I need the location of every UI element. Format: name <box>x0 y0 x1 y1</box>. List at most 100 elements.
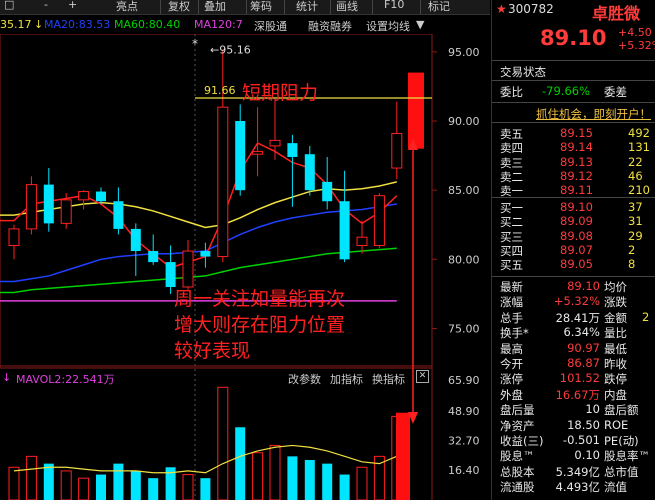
sell-level-row[interactable]: 卖二 89.12 46 <box>492 168 655 184</box>
stat-value: -0.501 <box>562 433 600 447</box>
level-price: 89.11 <box>560 183 593 198</box>
level-volume: 210 <box>628 183 650 198</box>
volume-bar <box>60 470 72 500</box>
candle-body <box>287 143 298 157</box>
quote-stats: 最新 89.10 均价 涨幅 +5.32% 涨跌 总手 28.41万 金额 2 … <box>492 278 655 500</box>
stat-label: 涨幅 <box>500 295 523 310</box>
sell-level-row[interactable]: 卖三 89.13 22 <box>492 154 655 170</box>
stat-value: 4.493亿 <box>555 480 600 495</box>
stock-code: 300782 <box>508 2 554 16</box>
toolbar-overlay-button[interactable]: 叠加 <box>204 0 226 14</box>
stat-label-2: 股息率™ <box>604 449 650 464</box>
candle-body <box>78 191 90 201</box>
star-icon[interactable]: ★ <box>496 2 507 16</box>
stat-value: 90.97 <box>567 340 600 355</box>
price-axis-label: 95.00 <box>448 46 480 59</box>
stat-row: 外盘 16.67万 内盘 <box>492 387 655 402</box>
buy-level-row[interactable]: 买四 89.07 2 <box>492 242 655 258</box>
stat-row: 最新 89.10 均价 <box>492 279 655 294</box>
change-params-button[interactable]: 改参数 <box>288 371 321 387</box>
toolbar-box-icon[interactable]: □ <box>4 0 14 11</box>
level-price: 89.13 <box>560 154 593 169</box>
stat-value: 5.349亿 <box>555 464 600 479</box>
stat-label: 股息™ <box>500 449 535 464</box>
volume-bar <box>8 466 20 500</box>
stat-label-2: 跌停 <box>604 372 627 387</box>
volume-bar <box>113 463 124 500</box>
candle-body <box>165 262 176 287</box>
volume-bar <box>78 477 90 500</box>
candle-body <box>113 201 124 229</box>
event-star-icon: * <box>192 37 198 51</box>
sell-level-row[interactable]: 卖一 89.11 210 <box>492 183 655 198</box>
ma10-value: 35.17 <box>0 18 32 31</box>
short-ma-line <box>0 142 398 269</box>
price-axis-label: 85.00 <box>448 184 480 197</box>
zoom-in-button[interactable]: + <box>68 0 77 11</box>
candle-body <box>235 121 246 191</box>
toolbar-mark-button[interactable]: 标记 <box>428 0 450 14</box>
candle-body <box>339 201 350 260</box>
stat-label: 最新 <box>500 280 523 294</box>
chevron-down-icon[interactable]: ▼ <box>416 18 424 31</box>
buy-level-row[interactable]: 买五 89.05 8 <box>492 257 655 272</box>
stat-label: 最高 <box>500 341 523 356</box>
stat-row: 收益(三) -0.501 PE(动) <box>492 433 655 448</box>
stat-row: 最高 90.97 最低 <box>492 340 655 356</box>
stat-value: 86.87 <box>567 356 600 370</box>
stat-label: 涨停 <box>500 372 523 387</box>
vol-ma-line <box>13 444 398 474</box>
open-account-link[interactable]: 抓住机会，即刻开户！ <box>536 106 651 122</box>
volume-bar <box>235 427 246 500</box>
volume-bar <box>322 463 333 500</box>
level-price: 89.14 <box>560 140 593 155</box>
stat-label: 总股本 <box>500 464 535 479</box>
close-icon[interactable]: ✕ <box>416 370 429 383</box>
toolbar-adjust-button[interactable]: 复权 <box>168 0 190 14</box>
today-volume-block <box>396 412 410 500</box>
level-price: 89.12 <box>560 168 593 183</box>
resistance-value: 91.66 <box>204 84 236 97</box>
stat-label: 外盘 <box>500 387 523 402</box>
candle-body <box>304 154 315 191</box>
buy-level-row[interactable]: 买一 89.10 37 <box>492 200 655 215</box>
toolbar-highlight-button[interactable]: 亮点 <box>116 0 138 14</box>
ma20-line <box>0 203 397 283</box>
tab-margin[interactable]: 融资融券 <box>308 18 352 34</box>
ma10-line <box>0 181 397 229</box>
price-change-pct: +5.32% <box>618 39 655 52</box>
ma60-value: MA60:80.40 <box>114 18 181 31</box>
volume-bar <box>148 478 159 500</box>
tab-set-ma[interactable]: 设置均线 <box>366 18 410 34</box>
stat-label-2: 总市值 <box>604 464 639 479</box>
toolbar-f10-button[interactable]: F10 <box>384 0 404 11</box>
toolbar-stats-button[interactable]: 统计 <box>296 0 318 14</box>
comment-line-1: 周一关注如量能再次 <box>174 288 346 310</box>
candle-body <box>356 236 368 246</box>
stat-label: 净资产 <box>500 418 535 433</box>
volume-bar <box>269 444 281 500</box>
candle-body <box>148 251 159 263</box>
sell-level-row[interactable]: 卖四 89.14 131 <box>492 140 655 155</box>
volume-header: ↓ MAVOL2:22.541万 改参数 加指标 换指标 ✕ <box>0 370 432 386</box>
volume-bar <box>339 474 350 500</box>
add-indicator-button[interactable]: 加指标 <box>330 371 363 387</box>
comment-line-2: 增大则存在阻力位置 <box>174 314 346 336</box>
buy-level-row[interactable]: 买二 89.09 31 <box>492 214 655 229</box>
candle-body <box>43 184 54 224</box>
sell-level-row[interactable]: 卖五 89.15 492 <box>492 126 655 141</box>
toolbar-chips-button[interactable]: 筹码 <box>250 0 272 14</box>
stat-value: 18.50 <box>567 417 600 432</box>
stat-label-2: 昨收 <box>604 357 627 371</box>
volume-bar <box>130 470 141 500</box>
switch-indicator-button[interactable]: 换指标 <box>372 371 405 387</box>
stat-row: 总股本 5.349亿 总市值 <box>492 464 655 479</box>
toolbar-draw-button[interactable]: 画线 <box>336 0 358 14</box>
tab-northbound[interactable]: 深股通 <box>254 18 287 34</box>
candle-body <box>391 132 403 169</box>
price-axis-label: 90.00 <box>448 115 480 128</box>
buy-level-row[interactable]: 买三 89.08 29 <box>492 229 655 244</box>
ma20-value: MA20:83.53 <box>44 18 111 31</box>
zoom-out-button[interactable]: - <box>44 0 48 11</box>
level-volume: 2 <box>628 242 636 257</box>
